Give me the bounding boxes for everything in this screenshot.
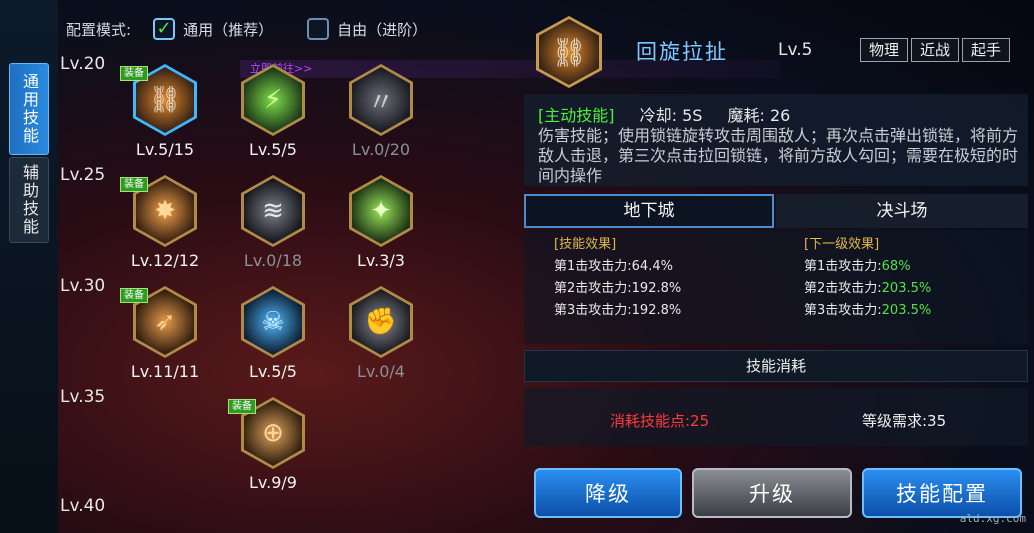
skill-effects-panel: [技能效果] 第1击攻击力:64.4% 第2击攻击力:192.8% 第3击攻击力… (524, 230, 1028, 344)
skill-node[interactable]: ☠ Lv.5/5 (228, 286, 318, 396)
equipped-badge: 装备 (228, 399, 256, 414)
skull-icon: ☠ (244, 289, 302, 355)
fist-strike-icon: ✊ (352, 289, 410, 355)
config-mode-label: 配置模式: (66, 20, 132, 39)
mode-free-label[interactable]: 自由（进阶） (337, 19, 427, 40)
tab-common-skills[interactable]: 通用技能 (9, 63, 49, 155)
level-requirement: 等级需求:35 (862, 412, 947, 430)
effect-row: 第3击攻击力:203.5% (804, 303, 932, 318)
equipped-badge: 装备 (120, 66, 148, 81)
upgrade-button[interactable]: 升级 (692, 468, 852, 518)
wind-slash-icon: ≋ (244, 178, 302, 244)
tag-melee: 近战 (911, 38, 959, 62)
skill-node[interactable]: ⚡ Lv.5/5 (228, 64, 318, 174)
skill-current-level: Lv.5 (778, 40, 813, 60)
equipped-badge: 装备 (120, 177, 148, 192)
effect-row: 第2击攻击力:192.8% (554, 281, 682, 296)
mana-cost-text: 魔耗: 26 (727, 106, 791, 125)
chain-spin-icon: ⛓ (539, 19, 599, 85)
next-effects: [下一级效果] 第1击攻击力:68% 第2击攻击力:203.5% 第3击攻击力:… (804, 234, 931, 322)
tag-starter: 起手 (962, 38, 1010, 62)
skill-node[interactable]: 装备 ⊕ Lv.9/9 (228, 397, 318, 507)
level-marker: Lv.35 (60, 387, 106, 407)
skill-description: 伤害技能；使用锁链旋转攻击周围敌人；再次点击弹出锁链，将前方敌人击退，第三次点击… (538, 126, 1019, 184)
tab-support-skills[interactable]: 辅助技能 (9, 157, 49, 243)
skill-level: Lv.0/4 (357, 362, 405, 381)
skill-level: Lv.3/3 (357, 251, 405, 270)
effect-row: 第1击攻击力:68% (804, 259, 911, 274)
skill-node[interactable]: 装备 ✸ Lv.12/12 (120, 175, 210, 285)
skill-node[interactable]: ≋ Lv.0/18 (228, 175, 318, 285)
skill-level: Lv.5/5 (249, 140, 297, 159)
level-marker: Lv.25 (60, 165, 106, 185)
tab-arena[interactable]: 决斗场 (776, 194, 1028, 228)
skill-node[interactable]: ✊ Lv.0/4 (336, 286, 426, 396)
effect-row: 第2击攻击力:203.5% (804, 281, 932, 296)
skill-node[interactable]: 装备 ➶ Lv.11/11 (120, 286, 210, 396)
tag-physical: 物理 (860, 38, 908, 62)
config-mode-row: 配置模式: ✓ 通用（推荐） 自由（进阶） (66, 16, 427, 42)
mode-common-label[interactable]: 通用（推荐） (183, 19, 273, 40)
skill-node[interactable]: ✦ Lv.3/3 (336, 175, 426, 285)
watermark: ald.xg.com (959, 512, 1026, 525)
claw-slash-icon: 〃 (352, 67, 410, 133)
effect-row: 第1击攻击力:64.4% (554, 259, 673, 274)
skill-level: Lv.0/18 (243, 251, 303, 270)
skill-level: Lv.5/15 (135, 140, 195, 159)
skill-node[interactable]: 装备 ⛓ Lv.5/15 (120, 64, 210, 174)
skill-level: Lv.11/11 (130, 362, 200, 381)
skill-info-panel: [主动技能] 冷却: 5S 魔耗: 26 伤害技能；使用锁链旋转攻击周围敌人；再… (524, 94, 1028, 186)
green-cannon-icon: ✦ (352, 178, 410, 244)
current-effects-title: [技能效果] (554, 237, 617, 252)
skill-level: Lv.9/9 (249, 473, 297, 492)
skill-level: Lv.0/20 (351, 140, 411, 159)
mode-common-checkbox[interactable]: ✓ (153, 18, 176, 40)
skill-level: Lv.5/5 (249, 362, 297, 381)
skill-node[interactable]: 〃 Lv.0/20 (336, 64, 426, 174)
skill-type-label: [主动技能] (538, 106, 615, 125)
skill-cost-row: 消耗技能点:25 等级需求:35 (524, 388, 1028, 446)
equipped-badge: 装备 (120, 288, 148, 303)
tab-dungeon[interactable]: 地下城 (524, 194, 774, 228)
level-marker: Lv.40 (60, 496, 106, 516)
effect-row: 第3击攻击力:192.8% (554, 303, 682, 318)
cooldown-text: 冷却: 5S (639, 106, 703, 125)
skill-level: Lv.12/12 (130, 251, 200, 270)
check-icon: ✓ (156, 18, 172, 39)
current-effects: [技能效果] 第1击攻击力:64.4% 第2击攻击力:192.8% 第3击攻击力… (554, 234, 681, 322)
level-marker: Lv.30 (60, 276, 106, 296)
green-slash-icon: ⚡ (244, 67, 302, 133)
mode-free-checkbox[interactable] (307, 18, 330, 40)
skill-name: 回旋拉扯 (636, 40, 728, 64)
skill-cost-header: 技能消耗 (524, 350, 1028, 382)
level-marker: Lv.20 (60, 54, 106, 74)
skill-point-cost: 消耗技能点:25 (610, 412, 710, 430)
skill-config-button[interactable]: 技能配置 (862, 468, 1022, 518)
downgrade-button[interactable]: 降级 (534, 468, 682, 518)
next-effects-title: [下一级效果] (804, 237, 880, 252)
